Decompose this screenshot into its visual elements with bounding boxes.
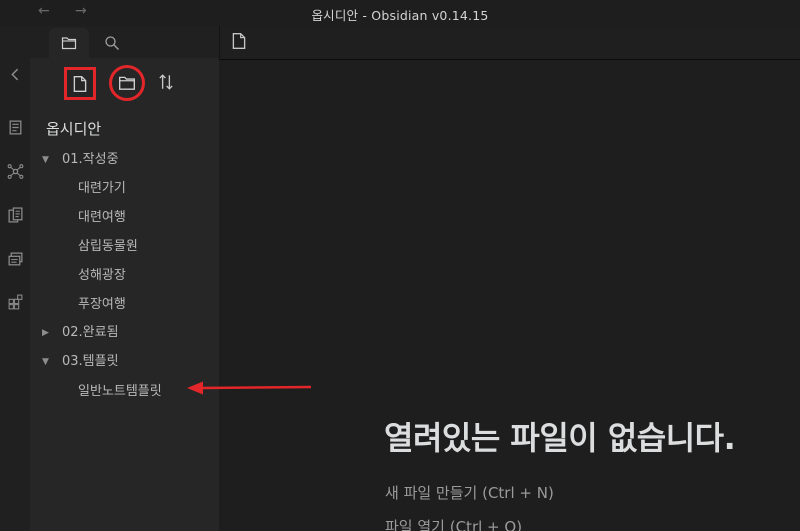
switcher-icon[interactable] <box>5 117 25 137</box>
graph-icon[interactable] <box>5 161 25 181</box>
collapse-chevron-icon[interactable] <box>5 64 25 84</box>
files-folder-icon <box>61 37 77 50</box>
caret-down-icon[interactable]: ▼ <box>42 155 56 165</box>
folder-label: 01.작성중 <box>62 152 119 167</box>
file-item[interactable]: 대련여행 <box>78 206 126 225</box>
caret-right-icon[interactable]: ▶ <box>42 328 56 338</box>
sort-icon <box>159 74 173 90</box>
templates-icon[interactable] <box>5 205 25 225</box>
new-note-button[interactable] <box>64 67 96 100</box>
new-folder-button[interactable] <box>109 65 145 101</box>
tab-files[interactable] <box>49 28 89 58</box>
new-folder-icon <box>119 76 135 90</box>
vault-name[interactable]: 옵시디안 <box>46 118 101 139</box>
search-icon <box>105 36 119 50</box>
file-item[interactable]: 대련가기 <box>78 177 126 196</box>
file-item[interactable]: 성해광장 <box>78 264 126 283</box>
file-item[interactable]: 일반노트템플릿 <box>78 380 162 399</box>
slides-icon[interactable] <box>5 249 25 269</box>
folder-label: 02.완료됨 <box>62 325 119 340</box>
folder-item-03[interactable]: ▼ 03.템플릿 <box>42 350 119 369</box>
document-icon[interactable] <box>230 32 248 50</box>
folder-label: 03.템플릿 <box>62 354 119 369</box>
starter-icon[interactable] <box>5 292 25 312</box>
file-item[interactable]: 푸장여행 <box>78 293 126 312</box>
title-bar: ← → 옵시디안 - Obsidian v0.14.15 <box>0 0 800 26</box>
new-note-icon <box>73 75 87 92</box>
create-new-file-link[interactable]: 새 파일 만들기 (Ctrl + N) <box>385 482 554 503</box>
empty-state-title: 열려있는 파일이 없습니다. <box>384 419 736 457</box>
tab-search[interactable] <box>92 28 132 58</box>
file-item[interactable]: 삼립동물원 <box>78 235 138 254</box>
main-tab-bar <box>219 26 800 60</box>
annotation-arrow-icon <box>187 381 312 395</box>
ribbon <box>0 26 30 531</box>
folder-item-02[interactable]: ▶ 02.완료됨 <box>42 321 119 340</box>
window-title: 옵시디안 - Obsidian v0.14.15 <box>311 8 489 23</box>
folder-item-01[interactable]: ▼ 01.작성중 <box>42 148 119 167</box>
open-file-link[interactable]: 파일 열기 (Ctrl + O) <box>385 516 522 531</box>
caret-down-icon[interactable]: ▼ <box>42 357 56 367</box>
sort-button[interactable] <box>154 70 178 94</box>
